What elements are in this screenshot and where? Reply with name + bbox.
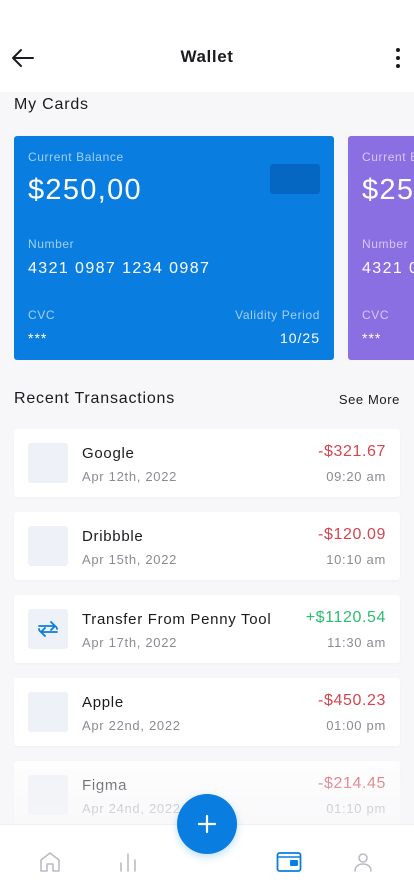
merchant-logo (28, 692, 68, 732)
card-chip-icon (270, 164, 320, 194)
cards-section-title: My Cards (14, 96, 89, 113)
card-number: 4321 0987 1234 0987 (28, 260, 211, 277)
transaction-date: Apr 17th, 2022 (82, 635, 178, 650)
transaction-name: Google (82, 445, 135, 462)
more-options-button[interactable] (388, 44, 408, 72)
transaction-date: Apr 22nd, 2022 (82, 718, 181, 733)
transaction-date: Apr 12th, 2022 (82, 469, 178, 484)
plus-icon (197, 814, 217, 834)
transaction-date: Apr 24nd, 2022 (82, 801, 181, 816)
transaction-row[interactable]: Dribbble Apr 15th, 2022 -$120.09 10:10 a… (14, 512, 400, 580)
transaction-name: Transfer From Penny Tool (82, 611, 272, 628)
merchant-logo (28, 775, 68, 815)
app-header: Wallet (0, 0, 414, 92)
merchant-logo (28, 526, 68, 566)
balance-label: Current Balance (28, 150, 124, 164)
transaction-amount: -$321.67 (318, 443, 386, 460)
merchant-logo (28, 443, 68, 483)
number-label: Number (362, 237, 409, 251)
validity-label: Validity Period (235, 308, 320, 322)
transaction-amount: -$214.45 (318, 775, 386, 792)
see-more-link[interactable]: See More (339, 392, 400, 407)
card-cvc: *** (28, 330, 48, 346)
transaction-row[interactable]: Apple Apr 22nd, 2022 -$450.23 01:00 pm (14, 678, 400, 746)
wallet-card[interactable]: Current Balance $250,00 Number 4321 0987… (348, 136, 414, 360)
add-button[interactable] (177, 794, 237, 854)
nav-wallet[interactable] (276, 849, 302, 875)
merchant-logo (28, 609, 68, 649)
transaction-time: 10:10 am (326, 552, 386, 567)
stats-icon (120, 853, 136, 872)
card-validity: 10/25 (279, 330, 320, 346)
transaction-row[interactable]: Google Apr 12th, 2022 -$321.67 09:20 am (14, 429, 400, 497)
nav-profile[interactable] (350, 849, 376, 875)
cvc-label: CVC (362, 308, 390, 322)
card-balance: $250,00 (362, 174, 414, 206)
transfer-icon (38, 621, 58, 637)
cvc-label: CVC (28, 308, 56, 322)
transaction-name: Figma (82, 777, 128, 794)
transaction-time: 01:10 pm (326, 801, 386, 816)
wallet-icon (276, 852, 302, 872)
transactions-section-title: Recent Transactions (14, 390, 176, 407)
transaction-amount: -$450.23 (318, 692, 386, 709)
wallet-card[interactable]: Current Balance $250,00 Number 4321 0987… (14, 136, 334, 360)
cards-carousel[interactable]: Current Balance $250,00 Number 4321 0987… (14, 136, 414, 360)
more-vertical-icon (396, 48, 400, 52)
nav-home[interactable] (37, 849, 63, 875)
transaction-time: 09:20 am (326, 469, 386, 484)
transaction-time: 11:30 am (327, 635, 386, 650)
transaction-date: Apr 15th, 2022 (82, 552, 178, 567)
nav-stats[interactable] (115, 849, 141, 875)
transaction-amount: -$120.09 (318, 526, 386, 543)
card-cvc: *** (362, 330, 382, 346)
transaction-amount: +$1120.54 (305, 609, 386, 626)
card-number: 4321 0987 1234 0987 (362, 260, 414, 277)
number-label: Number (28, 237, 75, 251)
transaction-time: 01:00 pm (326, 718, 386, 733)
transaction-name: Dribbble (82, 528, 144, 545)
profile-icon (354, 853, 372, 872)
card-balance: $250,00 (28, 174, 142, 206)
balance-label: Current Balance (362, 150, 414, 164)
transaction-name: Apple (82, 694, 124, 711)
page-title: Wallet (180, 47, 234, 66)
transaction-row[interactable]: Transfer From Penny Tool Apr 17th, 2022 … (14, 595, 400, 663)
home-icon (40, 852, 60, 872)
